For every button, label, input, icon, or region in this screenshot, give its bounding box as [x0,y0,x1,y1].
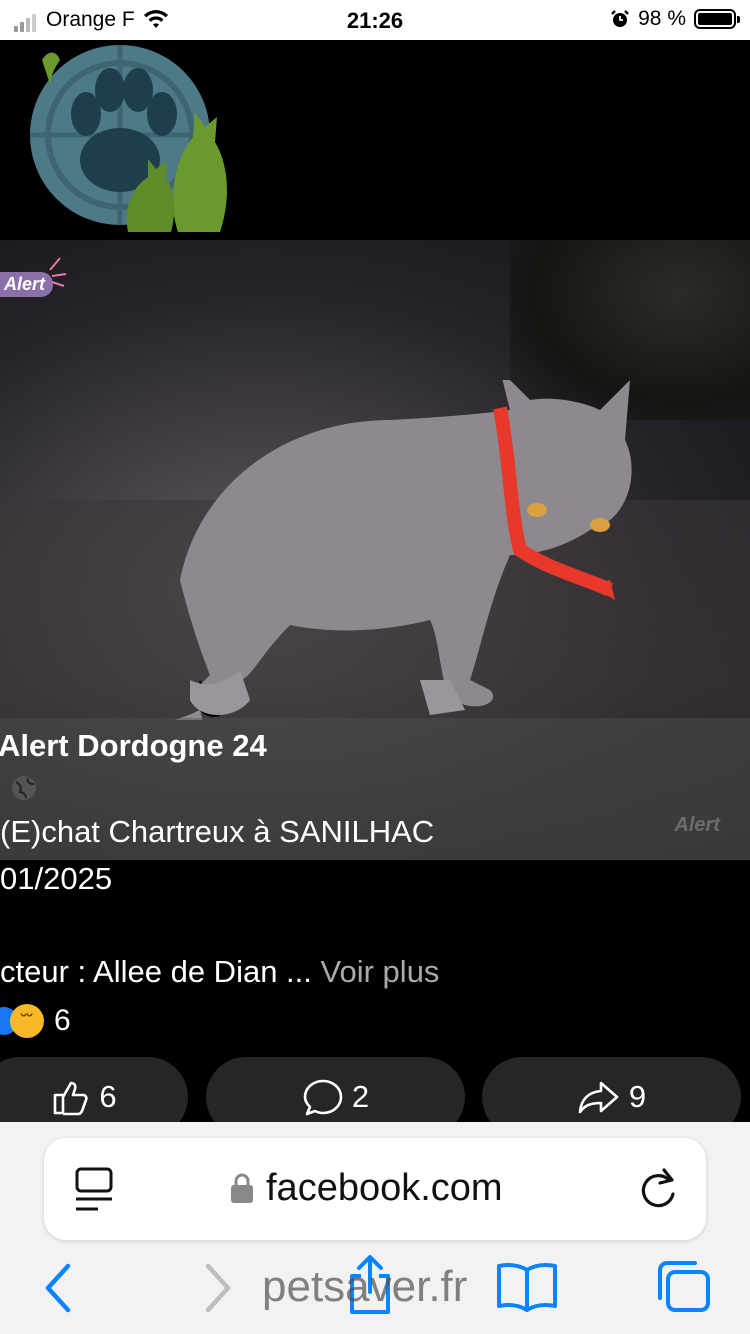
post-text-line-3: cteur : Allee de Dian ... Voir plus [0,954,439,990]
sad-reaction-icon: ˘˘ [10,1004,44,1038]
reload-icon[interactable] [636,1164,678,1212]
post-text-line-2: 01/2025 [0,861,113,896]
alert-badge: Alert [0,272,54,297]
see-more-link[interactable]: Voir plus [321,954,440,989]
petsaver-watermark: petsaver.fr [262,1262,468,1311]
forward-icon[interactable] [200,1262,236,1314]
thumbs-up-icon [54,1081,89,1116]
alert-rays-icon [49,257,67,287]
globe-icon [12,776,36,800]
post-text-excerpt: cteur : Allee de Dian ... [0,954,312,989]
back-icon[interactable] [40,1262,76,1314]
tabs-icon[interactable] [654,1258,712,1314]
like-count: 6 [99,1079,117,1114]
status-bar: Orange F 21:26 98 % [0,0,750,40]
battery-percent: 98 % [638,7,686,30]
photo-watermark: Alert [674,814,720,836]
reaction-count: 6 [54,1004,71,1037]
share-icon [578,1081,619,1114]
reactions-summary[interactable]: ˘˘ 6 [0,1004,71,1038]
comment-icon [303,1079,343,1116]
petsaver-logo [30,45,227,232]
share-count: 9 [628,1079,647,1114]
post-author-name[interactable]: Alert Dordogne 24 [0,728,267,764]
status-right: 98 % [610,7,740,31]
battery-icon [694,9,740,29]
post-photo[interactable]: Alert Alert [0,240,750,860]
alarm-icon [611,10,630,27]
cat-image [174,380,632,720]
lock-icon [231,1173,253,1203]
comment-count: 2 [351,1079,370,1114]
reader-mode-icon[interactable] [74,1167,114,1213]
url-text[interactable]: facebook.com [266,1167,503,1210]
post-text-line-1: (E)chat Chartreux à SANILHAC [0,814,435,849]
bookmarks-icon[interactable] [496,1262,558,1312]
